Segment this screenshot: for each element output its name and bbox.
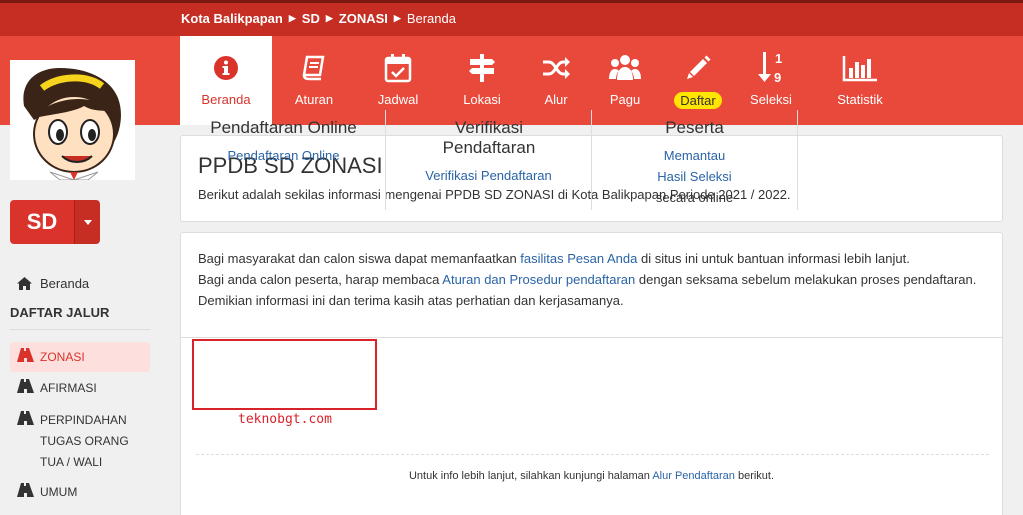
pendaftaran-online-link[interactable]: Pendaftaran Online <box>181 145 386 166</box>
users-icon <box>608 49 642 87</box>
road-icon <box>17 379 34 393</box>
mascot-avatar <box>10 60 135 180</box>
breadcrumb-city[interactable]: Kota Balikpapan <box>181 11 283 26</box>
annotation-highlight-box <box>192 339 377 410</box>
hasil-seleksi-link[interactable]: Memantau Hasil Seleksi <box>592 145 797 187</box>
column-title: Pendaftaran Online <box>210 118 357 137</box>
column-title: Verifikasi Pendaftaran <box>442 118 536 157</box>
sidebar-home-link[interactable]: Beranda <box>17 276 89 291</box>
info-text: Bagi masyarakat dan calon siswa dapat me… <box>198 248 988 311</box>
sidebar-item-label: PERPINDAHAN TUGAS ORANG TUA / WALI <box>40 413 129 469</box>
sidebar-item-label: UMUM <box>40 485 78 499</box>
calendar-check-icon <box>384 49 412 87</box>
column-pendaftaran: Pendaftaran Online Pendaftaran Online <box>181 110 386 166</box>
nav-label: Seleksi <box>750 92 792 107</box>
nav-label: Pagu <box>609 92 641 107</box>
top-bar: Kota Balikpapan ▶ SD ▶ ZONASI ▶ Beranda <box>0 0 1023 36</box>
breadcrumb: Kota Balikpapan ▶ SD ▶ ZONASI ▶ Beranda <box>181 11 456 26</box>
footnote-text: Untuk info lebih lanjut, silahkan kunjun… <box>408 470 653 482</box>
watermark-text: teknobgt.com <box>238 412 332 427</box>
shuffle-icon <box>541 49 571 87</box>
breadcrumb-level[interactable]: SD <box>302 11 320 26</box>
column-divider <box>797 110 798 210</box>
road-icon <box>17 411 34 425</box>
nav-label-badge: Daftar <box>674 92 722 109</box>
home-icon <box>17 277 32 290</box>
nav-label: Beranda <box>201 92 251 107</box>
footnote: Untuk info lebih lanjut, silahkan kunjun… <box>180 470 1003 482</box>
column-title: Peserta <box>665 118 724 137</box>
sort-numeric-icon: 19 <box>756 49 786 87</box>
column-peserta: Peserta Memantau Hasil Seleksi secara on… <box>592 110 797 208</box>
breadcrumb-track[interactable]: ZONASI <box>339 11 388 26</box>
level-selector: SD <box>10 200 100 244</box>
hasil-seleksi-link-line: Memantau <box>663 148 726 163</box>
breadcrumb-separator-icon: ▶ <box>393 13 401 23</box>
info-text-part: Bagi anda calon peserta, harap membaca <box>198 272 443 287</box>
level-dropdown-toggle[interactable] <box>74 200 100 244</box>
sidebar-home-label: Beranda <box>40 276 90 291</box>
footnote-text: berikut. <box>734 470 775 482</box>
top-bar-edge <box>0 0 1023 3</box>
nav-label: Alur <box>544 92 568 107</box>
nav-label: Lokasi <box>463 92 501 107</box>
aturan-prosedur-link[interactable]: Aturan dan Prosedur pendaftaran <box>442 272 635 287</box>
sidebar-item-label: AFIRMASI <box>40 381 97 395</box>
sidebar-item-label: ZONASI <box>40 350 85 364</box>
pencil-icon <box>684 49 712 87</box>
nav-label: Aturan <box>294 92 334 107</box>
sidebar-item-umum[interactable]: UMUM <box>10 482 150 503</box>
road-icon <box>17 483 34 497</box>
column-verifikasi: Verifikasi Pendaftaran Verifikasi Pendaf… <box>386 110 591 186</box>
footer-divider <box>196 454 989 455</box>
info-icon <box>213 49 239 87</box>
svg-text:9: 9 <box>774 70 781 85</box>
svg-text:1: 1 <box>775 51 782 66</box>
sidebar-item-zonasi[interactable]: ZONASI <box>10 342 150 372</box>
nav-item-statistik[interactable]: Statistik <box>808 36 912 125</box>
caret-down-icon <box>83 219 92 225</box>
info-text-part: di situs ini untuk bantuan informasi leb… <box>637 251 910 266</box>
alur-pendaftaran-link[interactable]: Alur Pendaftaran <box>652 470 735 482</box>
sidebar-section-title: DAFTAR JALUR <box>10 305 110 320</box>
breadcrumb-separator-icon: ▶ <box>288 13 296 23</box>
verifikasi-pendaftaran-link[interactable]: Verifikasi Pendaftaran <box>386 165 591 186</box>
sidebar-divider <box>10 329 150 330</box>
column-note: secara online <box>655 190 734 205</box>
breadcrumb-separator-icon: ▶ <box>325 13 333 23</box>
sidebar-item-perpindahan[interactable]: PERPINDAHAN TUGAS ORANG TUA / WALI <box>10 410 135 473</box>
sidebar-item-afirmasi[interactable]: AFIRMASI <box>10 378 150 399</box>
info-divider <box>181 337 1002 338</box>
book-icon <box>300 49 328 87</box>
hasil-seleksi-link-line: Hasil Seleksi <box>657 169 732 184</box>
pesan-anda-link[interactable]: fasilitas Pesan Anda <box>520 251 637 266</box>
signpost-icon <box>467 49 497 87</box>
road-icon <box>17 348 34 362</box>
nav-label: Jadwal <box>377 92 419 107</box>
info-text-part: Bagi masyarakat dan calon siswa dapat me… <box>198 251 521 266</box>
level-button[interactable]: SD <box>10 200 74 244</box>
bar-chart-icon <box>842 49 878 87</box>
nav-label: Statistik <box>837 92 883 107</box>
breadcrumb-current: Beranda <box>406 11 456 26</box>
